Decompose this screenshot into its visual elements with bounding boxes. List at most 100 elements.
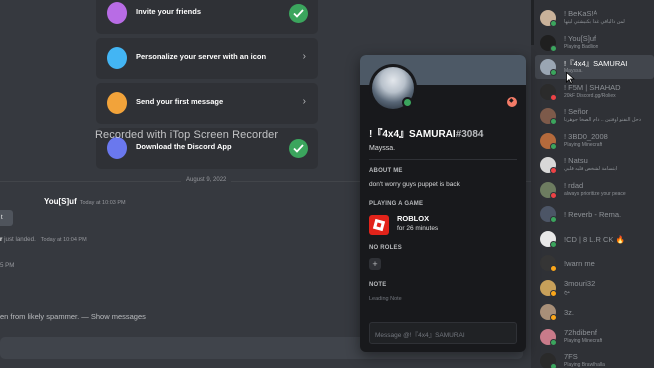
wave-button[interactable]: t: [0, 210, 13, 226]
task-label: Invite your friends: [136, 7, 202, 16]
member-item[interactable]: ! Señor دحل النفنو اوفتين .. دام الصخا جو…: [535, 104, 654, 128]
status-online-icon: [550, 240, 557, 248]
date-divider-label: August 9, 2022: [181, 177, 232, 183]
task-label: Download the Discord App: [136, 142, 232, 151]
member-name: !warn me: [564, 259, 595, 268]
member-name: ! Señor: [564, 107, 589, 116]
member-item[interactable]: ! F5M | SHAHAD 20kF Discord.gg/Roliex: [535, 80, 654, 104]
member-item[interactable]: ! BeKaS!ᴬ لمن ذالباقي غدا بكنيشتي ليتها: [535, 6, 654, 30]
show-messages-link[interactable]: Show messages: [91, 312, 146, 321]
member-activity: Playing Badlion: [564, 43, 599, 50]
member-item[interactable]: 72hdibenf Playing Minecraft: [535, 325, 654, 349]
about-me-text: don't worry guys puppet is back: [369, 181, 460, 188]
join-message: r just landed. Today at 10:04 PM: [0, 236, 87, 243]
member-list-scrollbar[interactable]: [531, 0, 534, 45]
member-list: ! BeKaS!ᴬ لمن ذالباقي غدا بكنيشتي ليتها! …: [531, 0, 654, 368]
mouse-cursor-icon: [566, 72, 575, 84]
note-header: NOTE: [369, 282, 387, 288]
status-online-icon: [550, 216, 557, 223]
member-activity: always prioritize your peace: [564, 190, 626, 197]
brush-icon: [107, 47, 127, 69]
status-idle-icon: [550, 314, 557, 321]
check-icon: [289, 4, 308, 23]
member-name: !CD | 8 L.R CK 🔥: [564, 234, 625, 244]
game-duration: for 26 minutes: [397, 225, 439, 232]
member-name: 3z.: [564, 308, 575, 317]
member-name: ! Reverb - Rema.: [564, 210, 622, 219]
profile-username: !『4x4』SAMURAI#3084: [369, 129, 484, 140]
status-online-icon: [550, 363, 557, 368]
member-name: ! BeKaS!ᴬ: [564, 9, 597, 18]
direct-message-input[interactable]: Message @!『4x4』SAMURAI: [369, 322, 517, 344]
online-status-icon: [402, 97, 413, 108]
member-item[interactable]: !warn me: [535, 251, 654, 275]
member-item[interactable]: 3mouri32 مخ: [535, 276, 654, 300]
task-invite-friends[interactable]: Invite your friends: [96, 0, 318, 34]
profile-divider: [369, 159, 517, 160]
status-dnd-icon: [550, 93, 557, 101]
about-me-header: ABOUT ME: [369, 168, 403, 174]
join-timestamp: Today at 10:04 PM: [40, 237, 87, 243]
invite-icon: [107, 2, 127, 24]
game-name: ROBLOX: [397, 214, 430, 223]
member-item[interactable]: ! Reverb - Rema.: [535, 202, 654, 226]
chevron-right-icon: ›: [302, 51, 306, 62]
member-activity: ابتسامة لشخص قلبه قلبي: [564, 166, 618, 172]
member-item[interactable]: 3z.: [535, 300, 654, 324]
profile-nickname: Mayssa.: [369, 145, 396, 152]
status-idle-icon: [550, 265, 557, 272]
task-send-message[interactable]: Send your first message ›: [96, 83, 318, 124]
chat-bubble-icon: [107, 92, 127, 114]
spam-notice: en from likely spammer. — Show messages: [0, 312, 146, 321]
roblox-icon: [369, 215, 389, 235]
member-name: ! rdad: [564, 180, 584, 190]
status-online-icon: [550, 142, 557, 150]
playing-header: PLAYING A GAME: [369, 201, 424, 207]
status-dnd-icon: [550, 167, 557, 174]
stray-timestamp: 5 PM: [0, 262, 15, 269]
status-online-icon: [550, 118, 557, 125]
member-activity: 20kF Discord.gg/Roliex: [564, 92, 616, 99]
member-item[interactable]: ! You[S]uf Playing Badlion: [535, 31, 654, 55]
status-online-icon: [550, 338, 557, 346]
profile-avatar[interactable]: [369, 64, 417, 112]
member-item[interactable]: !CD | 8 L.R CK 🔥: [535, 227, 654, 251]
status-online-icon: [550, 20, 557, 27]
profile-discriminator: #3084: [455, 129, 484, 140]
member-name: ! You[S]uf: [564, 33, 597, 43]
member-item[interactable]: ! Natsu ابتسامة لشخص قلبه قلبي: [535, 153, 654, 177]
task-label: Personalize your server with an icon: [136, 52, 267, 61]
member-activity: مخ: [564, 288, 570, 295]
roles-header: NO ROLES: [369, 245, 402, 251]
member-activity: دحل النفنو اوفتين .. دام الصخا جوهرنا: [564, 117, 641, 123]
member-activity: Playing Minecraft: [564, 337, 603, 344]
member-item[interactable]: 7FS Playing Brawlhalla: [535, 349, 654, 368]
task-personalize-server[interactable]: Personalize your server with an icon ›: [96, 38, 318, 79]
member-item[interactable]: ! rdad always prioritize your peace: [535, 178, 654, 202]
message-timestamp: Today at 10:03 PM: [79, 200, 126, 206]
status-online-icon: [550, 69, 557, 76]
add-role-button[interactable]: +: [369, 258, 381, 270]
member-name: 7FS: [564, 352, 578, 361]
chevron-right-icon: ›: [302, 96, 306, 107]
member-name: ! Natsu: [564, 156, 588, 165]
member-activity: Playing Brawlhalla: [564, 362, 605, 368]
recorder-watermark: Recorded with iTop Screen Recorder: [95, 129, 279, 141]
message-author[interactable]: You[S]uf Today at 10:03 PM: [44, 197, 126, 206]
status-dnd-icon: [550, 191, 557, 199]
user-profile-popout: ◆ !『4x4』SAMURAI#3084 Mayssa. ABOUT ME do…: [360, 55, 526, 352]
message-placeholder: Message @!『4x4』SAMURAI: [375, 332, 465, 339]
note-input[interactable]: Leading Note: [369, 296, 402, 302]
hypesquad-badge-icon[interactable]: ◆: [507, 97, 517, 107]
member-name: 3mouri32: [564, 278, 596, 288]
status-idle-icon: [550, 289, 557, 297]
member-activity: Playing Minecraft: [564, 141, 603, 148]
member-name: 72hdibenf: [564, 327, 597, 337]
member-item[interactable]: ! 3BD0_2008 Playing Minecraft: [535, 129, 654, 153]
task-label: Send your first message: [136, 97, 224, 106]
status-online-icon: [550, 44, 557, 52]
member-activity: لمن ذالباقي غدا بكنيشتي ليتها: [564, 19, 625, 25]
check-icon: [289, 139, 308, 158]
member-item[interactable]: !『4x4』SAMURAI Mayssa.: [535, 55, 654, 79]
member-name: ! 3BD0_2008: [564, 131, 608, 141]
